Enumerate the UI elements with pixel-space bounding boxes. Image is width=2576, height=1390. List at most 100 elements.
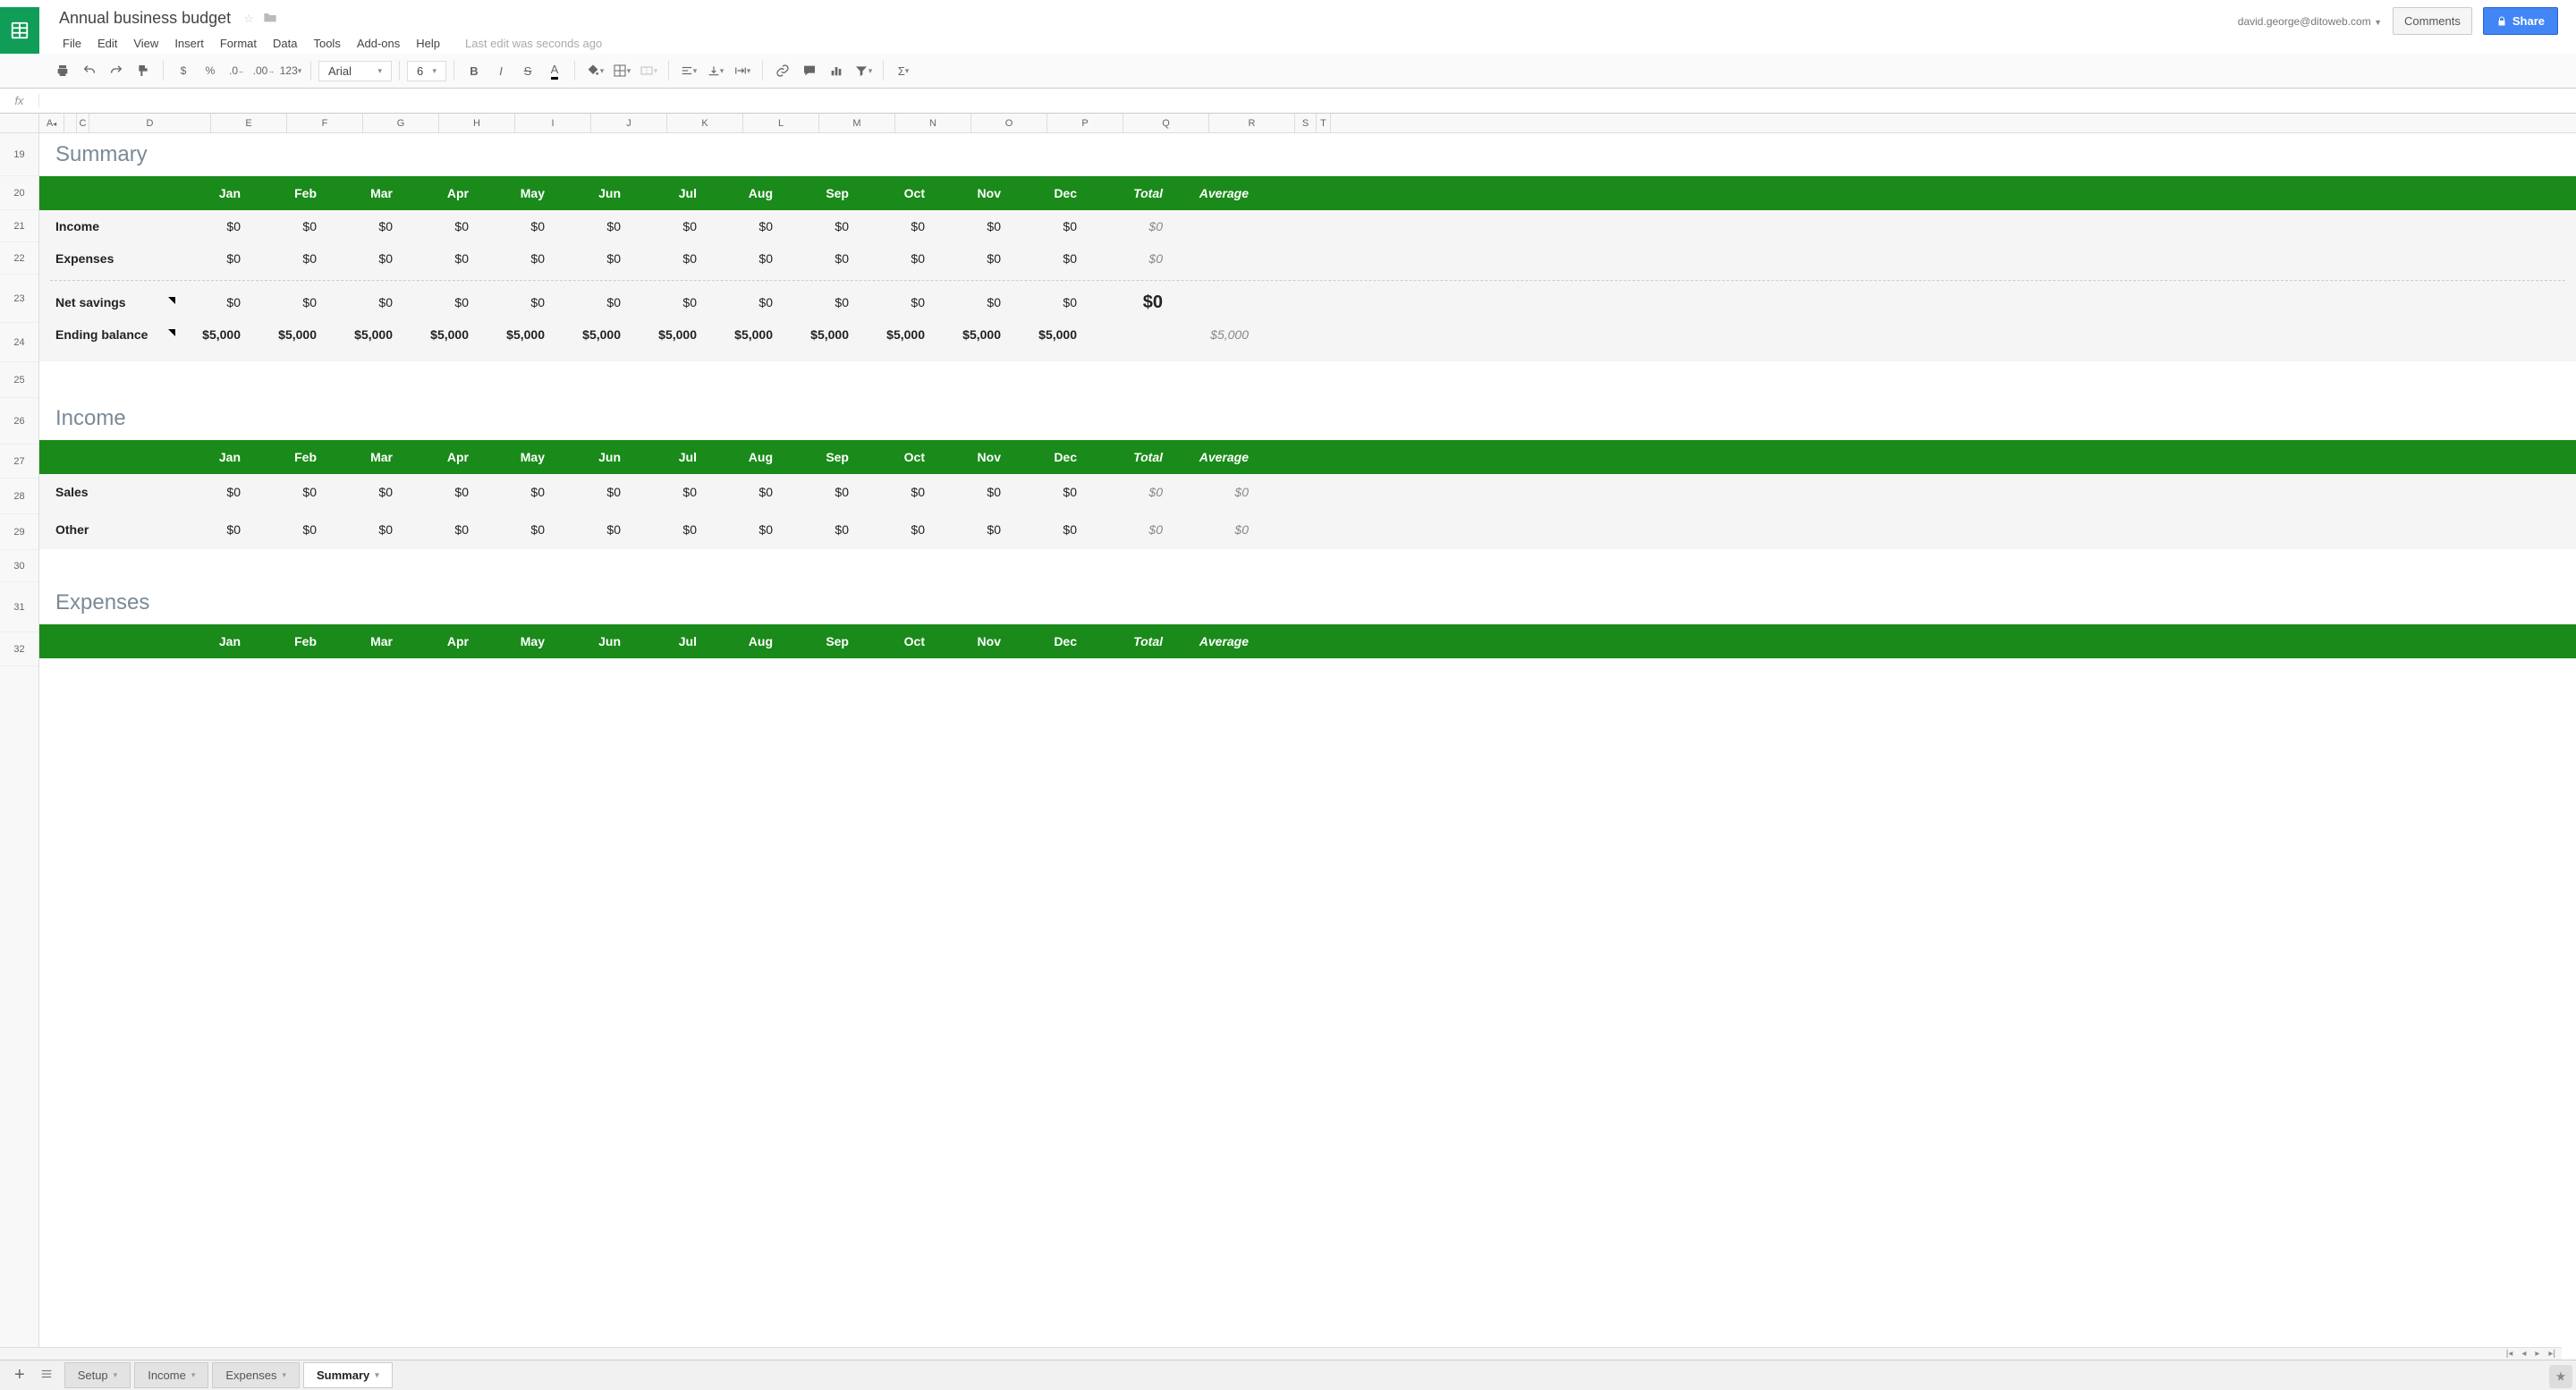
cell[interactable]: $0	[554, 219, 630, 233]
cell[interactable]: $0	[630, 485, 706, 499]
cell[interactable]: $0	[706, 219, 782, 233]
grid-body[interactable]: Summary JanFebMarAprMayJunJulAugSepOctNo…	[39, 133, 2576, 1367]
cell[interactable]: $0	[630, 522, 706, 537]
cell[interactable]: $0	[934, 522, 1010, 537]
cell[interactable]: $0	[174, 251, 250, 266]
cell[interactable]: $0	[554, 522, 630, 537]
text-color-button[interactable]: A	[542, 59, 567, 82]
cell[interactable]: $0	[934, 251, 1010, 266]
user-email[interactable]: david.george@ditoweb.com ▼	[2238, 15, 2382, 28]
cell[interactable]: $0	[554, 485, 630, 499]
cell[interactable]: $0	[326, 251, 402, 266]
comments-button[interactable]: Comments	[2393, 7, 2472, 35]
v-align-button[interactable]: ▾	[703, 59, 728, 82]
row-header[interactable]: 23	[0, 275, 38, 323]
borders-button[interactable]: ▾	[609, 59, 634, 82]
cell[interactable]: $0	[858, 485, 934, 499]
cell[interactable]: $0	[1010, 251, 1086, 266]
cell[interactable]: $5,000	[706, 327, 782, 342]
col-header[interactable]: S	[1295, 114, 1317, 133]
row-label[interactable]: Sales	[39, 485, 174, 499]
cell[interactable]: $0	[478, 251, 554, 266]
cell[interactable]: $0	[478, 522, 554, 537]
col-header[interactable]: I	[515, 114, 591, 133]
cell[interactable]: $0	[706, 295, 782, 309]
col-header[interactable]: H	[439, 114, 515, 133]
menu-edit[interactable]: Edit	[90, 33, 124, 54]
doc-title[interactable]: Annual business budget	[55, 7, 234, 30]
cell[interactable]: $5,000	[630, 327, 706, 342]
h-align-button[interactable]: ▾	[676, 59, 701, 82]
sheet-tab-setup[interactable]: Setup ▾	[64, 1362, 131, 1388]
cell[interactable]: $0	[326, 219, 402, 233]
paint-format-icon[interactable]	[131, 59, 156, 82]
cell[interactable]: $0	[326, 522, 402, 537]
cell[interactable]: $0	[402, 295, 478, 309]
row-header[interactable]: 28	[0, 479, 38, 514]
insert-link-button[interactable]	[770, 59, 795, 82]
col-header[interactable]	[64, 114, 77, 133]
last-edit-status[interactable]: Last edit was seconds ago	[465, 37, 602, 50]
cell[interactable]: $0	[1010, 522, 1086, 537]
col-header[interactable]: N	[895, 114, 971, 133]
merge-cells-button[interactable]: ▾	[636, 59, 661, 82]
cell[interactable]: $0	[630, 295, 706, 309]
cell[interactable]: $5,000	[174, 327, 250, 342]
font-size-select[interactable]: 6▾	[407, 61, 446, 81]
select-all-corner[interactable]	[0, 114, 39, 133]
cell[interactable]: $0	[326, 485, 402, 499]
col-header[interactable]: K	[667, 114, 743, 133]
average-cell[interactable]: $0	[1172, 522, 1258, 537]
row-header[interactable]: 21	[0, 210, 38, 242]
cell[interactable]: $0	[934, 219, 1010, 233]
scroll-right-icon[interactable]: ▸	[2532, 1349, 2542, 1359]
scroll-left-start-icon[interactable]: |◂	[2504, 1349, 2516, 1359]
menu-file[interactable]: File	[55, 33, 89, 54]
cell[interactable]: $5,000	[1010, 327, 1086, 342]
bold-button[interactable]: B	[462, 59, 487, 82]
col-header[interactable]: L	[743, 114, 819, 133]
cell[interactable]: $0	[782, 295, 858, 309]
row-header[interactable]: 29	[0, 514, 38, 550]
all-sheets-icon[interactable]	[36, 1364, 57, 1386]
col-header[interactable]: C	[77, 114, 89, 133]
cell[interactable]: $0	[174, 522, 250, 537]
menu-tools[interactable]: Tools	[306, 33, 347, 54]
explore-button[interactable]	[2549, 1365, 2572, 1388]
menu-insert[interactable]: Insert	[167, 33, 211, 54]
cell[interactable]: $0	[934, 485, 1010, 499]
insert-comment-button[interactable]	[797, 59, 822, 82]
cell[interactable]: $0	[250, 485, 326, 499]
cell[interactable]: $0	[782, 485, 858, 499]
folder-icon[interactable]	[263, 11, 277, 26]
cell[interactable]: $0	[782, 219, 858, 233]
scroll-left-icon[interactable]: ◂	[2519, 1349, 2529, 1359]
cell[interactable]: $5,000	[934, 327, 1010, 342]
row-header[interactable]: 22	[0, 242, 38, 275]
menu-add-ons[interactable]: Add-ons	[350, 33, 407, 54]
add-sheet-icon[interactable]: +	[11, 1361, 29, 1389]
col-header[interactable]: T	[1317, 114, 1331, 133]
cell[interactable]: $5,000	[782, 327, 858, 342]
text-wrap-button[interactable]: ▾	[730, 59, 755, 82]
menu-data[interactable]: Data	[266, 33, 304, 54]
filter-button[interactable]: ▾	[851, 59, 876, 82]
decrease-decimal-button[interactable]: .0←	[225, 59, 250, 82]
sheets-logo[interactable]	[0, 7, 39, 54]
col-header[interactable]: P	[1047, 114, 1123, 133]
currency-button[interactable]: $	[171, 59, 196, 82]
row-header[interactable]: 25	[0, 362, 38, 398]
col-header[interactable]: R	[1209, 114, 1295, 133]
cell[interactable]: $0	[858, 295, 934, 309]
cell[interactable]: $0	[402, 485, 478, 499]
menu-view[interactable]: View	[126, 33, 165, 54]
scroll-right-end-icon[interactable]: ▸|	[2546, 1349, 2558, 1359]
cell[interactable]: $0	[174, 219, 250, 233]
cell[interactable]: $0	[326, 295, 402, 309]
redo-icon[interactable]	[104, 59, 129, 82]
col-header[interactable]: O	[971, 114, 1047, 133]
total-cell[interactable]: $0	[1086, 219, 1172, 233]
row-header[interactable]: 19	[0, 133, 38, 176]
cell[interactable]: $0	[630, 219, 706, 233]
average-cell[interactable]: $0	[1172, 485, 1258, 499]
